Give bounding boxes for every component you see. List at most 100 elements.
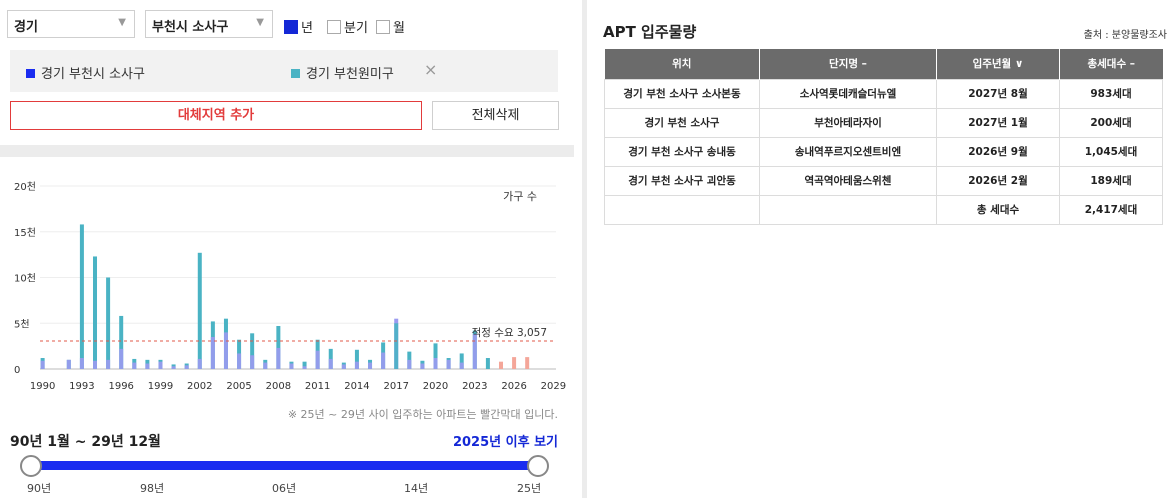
slider-tick: 90년 xyxy=(27,482,52,495)
bar xyxy=(79,358,84,369)
chevron-down-icon: ▼ xyxy=(256,17,264,28)
table-header-row: 위치 단지명 – 입주년월 ∨ 총세대수 – xyxy=(604,49,1163,79)
close-icon[interactable]: × xyxy=(424,60,437,79)
cell-move-in: 2027년 1월 xyxy=(936,107,1060,138)
x-tick-label: 2017 xyxy=(383,381,408,392)
cell-complex: 소사역롯데캐슬더뉴엘 xyxy=(759,78,937,109)
slider-end-handle[interactable] xyxy=(527,455,549,477)
col-complex[interactable]: 단지명 – xyxy=(759,49,937,79)
slider-tick: 98년 xyxy=(140,482,165,495)
bar xyxy=(354,361,359,369)
cell-households: 1,045세대 xyxy=(1059,136,1163,167)
y-tick-label: 20천 xyxy=(14,181,36,193)
bar xyxy=(93,360,98,369)
slider-tick: 25년 xyxy=(517,482,542,495)
cell-location: 경기 부천 소사구 소사본동 xyxy=(604,78,760,109)
bar xyxy=(341,364,346,369)
table-row: 경기 부천 소사구 소사본동 소사역롯데캐슬더뉴엘 2027년 8월 983세대 xyxy=(604,78,1163,109)
bar xyxy=(210,336,215,369)
x-tick-label: 2023 xyxy=(462,381,487,392)
bar xyxy=(119,348,124,369)
bar xyxy=(66,359,71,369)
after-2025-link[interactable]: 2025년 이후 보기 xyxy=(453,431,558,450)
period-year-label: 년 xyxy=(301,21,313,36)
period-month-label: 월 xyxy=(393,21,405,36)
bar xyxy=(197,358,202,369)
bar xyxy=(485,358,490,369)
checkbox-icon xyxy=(376,20,390,34)
y-tick-label: 15천 xyxy=(14,227,36,239)
bar xyxy=(79,224,84,369)
col-move-in[interactable]: 입주년월 ∨ xyxy=(936,49,1060,79)
period-quarter-label: 분기 xyxy=(344,21,368,36)
table-row: 경기 부천 소사구 송내동 송내역푸르지오센트비엔 2026년 9월 1,045… xyxy=(604,136,1163,167)
cell-empty xyxy=(759,194,937,225)
cell-empty xyxy=(604,194,760,225)
col-households[interactable]: 총세대수 – xyxy=(1059,49,1163,79)
x-tick-label: 2005 xyxy=(226,381,251,392)
checkbox-icon xyxy=(327,20,341,34)
bar xyxy=(446,359,451,369)
y-tick-label: 0 xyxy=(14,365,20,376)
range-slider-track[interactable] xyxy=(30,461,538,470)
district-value: 부천시 소사구 xyxy=(152,20,229,35)
bar xyxy=(237,353,242,369)
province-value: 경기 xyxy=(14,20,38,35)
x-tick-label: 1990 xyxy=(30,381,55,392)
bar xyxy=(289,363,294,369)
bar xyxy=(250,355,255,369)
cell-households: 983세대 xyxy=(1059,78,1163,109)
period-month-checkbox[interactable]: 월 xyxy=(376,17,405,36)
add-region-button[interactable]: 대체지역 추가 xyxy=(10,101,422,130)
slider-start-handle[interactable] xyxy=(20,455,42,477)
x-tick-label: 1993 xyxy=(69,381,94,392)
y-tick-label: 10천 xyxy=(14,273,36,285)
x-tick-label: 1999 xyxy=(148,381,173,392)
delete-all-button[interactable]: 전체삭제 xyxy=(432,101,559,130)
bar xyxy=(381,352,386,369)
x-tick-label: 2020 xyxy=(423,381,448,392)
bar xyxy=(263,362,268,369)
x-tick-label: 2011 xyxy=(305,381,330,392)
chart-note: ※ 25년 ~ 29년 사이 입주하는 아파트는 빨간막대 입니다. xyxy=(287,408,558,421)
period-quarter-checkbox[interactable]: 분기 xyxy=(327,17,368,36)
bar xyxy=(302,366,307,369)
source-label: 출처 : 분양물량조사 xyxy=(1083,30,1167,41)
x-tick-label: 2008 xyxy=(266,381,291,392)
chevron-down-icon: ▼ xyxy=(118,17,126,28)
bar xyxy=(472,334,477,369)
reference-line-label: 적정 수요 3,057 xyxy=(472,327,547,339)
checkbox-checked-icon xyxy=(284,20,298,34)
bar-future xyxy=(498,361,503,369)
bar xyxy=(420,363,425,369)
slider-tick: 14년 xyxy=(404,482,429,495)
period-year-checkbox[interactable]: 년 xyxy=(284,17,313,36)
region-item[interactable]: 경기 부천원미구 xyxy=(291,63,394,82)
slider-tick: 06년 xyxy=(272,482,297,495)
total-value: 2,417세대 xyxy=(1059,194,1163,225)
total-label: 총 세대수 xyxy=(936,194,1060,225)
bar xyxy=(106,277,111,369)
supply-bar-chart: 0 5천 10천 15천 20천 1990 1993 1996 1999 2002 2005 2008… xyxy=(14,181,566,392)
bar xyxy=(407,359,412,369)
cell-location: 경기 부천 소사구 송내동 xyxy=(604,136,760,167)
province-select[interactable]: 경기 ▼ xyxy=(7,10,135,38)
y-tick-label: 5천 xyxy=(14,318,30,330)
bar xyxy=(459,362,464,369)
district-select[interactable]: 부천시 소사구 ▼ xyxy=(145,10,273,38)
cell-complex: 송내역푸르지오센트비엔 xyxy=(759,136,937,167)
bar xyxy=(158,361,163,369)
bar xyxy=(223,332,228,369)
bar xyxy=(40,360,45,369)
cell-location: 경기 부천 소사구 xyxy=(604,107,760,138)
section-divider xyxy=(0,145,574,157)
x-tick-label: 2029 xyxy=(541,381,566,392)
bar xyxy=(171,366,176,369)
table-row: 경기 부천 소사구 괴안동 역곡역아테움스위첸 2026년 2월 189세대 xyxy=(604,165,1163,196)
bar-future xyxy=(525,357,530,369)
region-item[interactable]: 경기 부천시 소사구 xyxy=(26,63,145,82)
bar xyxy=(145,363,150,369)
apt-table: 위치 단지명 – 입주년월 ∨ 총세대수 – 경기 부천 소사구 소사본동 소사… xyxy=(604,49,1163,225)
cell-households: 200세대 xyxy=(1059,107,1163,138)
bar xyxy=(368,362,373,369)
